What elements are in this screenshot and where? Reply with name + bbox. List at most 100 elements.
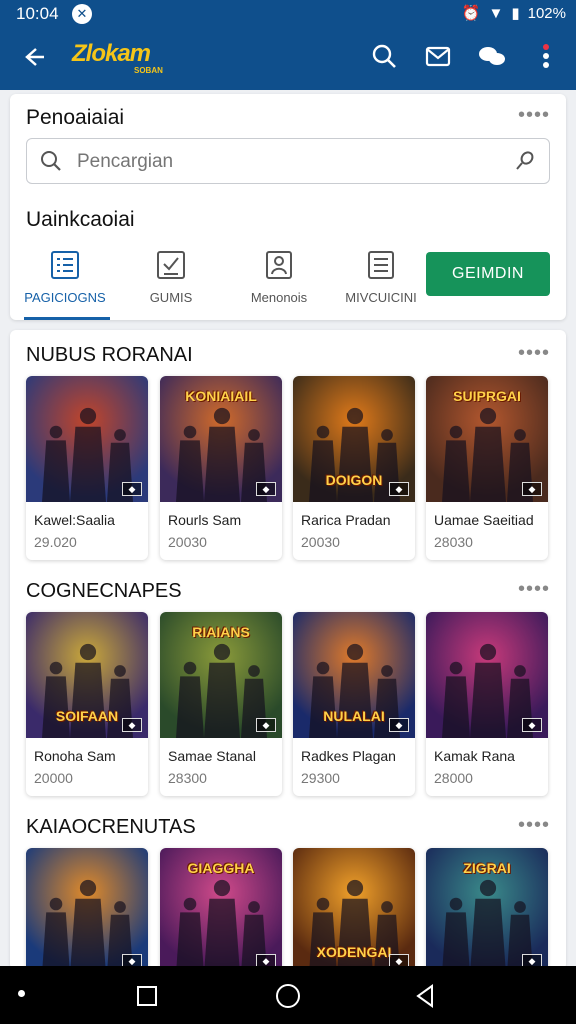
more-options-icon[interactable]: ••••: [518, 814, 550, 837]
nav-back-icon[interactable]: [414, 984, 436, 1013]
status-time: 10:04: [16, 4, 59, 23]
game-cover-image: DOIGON ◆: [293, 376, 415, 502]
game-cover-image: XODENGAI ◆: [293, 848, 415, 974]
more-menu-icon[interactable]: [530, 40, 562, 72]
game-title: Radkes Plagan: [301, 748, 396, 764]
chat-icon[interactable]: [476, 40, 508, 72]
system-nav-bar: [0, 966, 576, 1024]
game-art-title: SUIPRGAI: [453, 388, 521, 404]
search-section-title: Penoaiaiai: [26, 106, 125, 129]
tab-label: MIVCUICINI: [345, 290, 417, 305]
game-count: 28300: [168, 770, 207, 786]
game-title: Ronoha Sam: [34, 748, 116, 764]
voice-search-icon[interactable]: [513, 149, 537, 178]
game-count: 29300: [301, 770, 340, 786]
game-cover-image: SOIFAAN ◆: [26, 612, 148, 738]
logo-subtext: SOBAN: [134, 66, 163, 75]
search-input[interactable]: [26, 138, 550, 184]
signal-icon: ▮: [511, 5, 520, 22]
game-cover-image: ZIGRAI ◆: [426, 848, 548, 974]
game-tile[interactable]: KONIAIAIL ◆ Rourls Sam 20030: [160, 376, 282, 560]
category-tabs: PAGICIOGNS GUMIS Menonois MIVCUICINI GEI…: [10, 244, 566, 320]
rating-badge-icon: ◆: [389, 482, 409, 496]
rating-badge-icon: ◆: [122, 482, 142, 496]
battery-level: 102%: [527, 4, 566, 22]
list-icon: [50, 250, 80, 280]
mail-icon[interactable]: [422, 40, 454, 72]
logo-text: Zlokam: [72, 40, 151, 67]
more-options-icon[interactable]: ••••: [518, 104, 550, 127]
search-card: Penoaiaiai •••• Uainkcaoiai PAGICIOGNS G…: [10, 94, 566, 320]
game-tile[interactable]: RIAIANS ◆ Samae Stanal 28300: [160, 612, 282, 796]
tab-pagiciogns[interactable]: PAGICIOGNS: [10, 244, 120, 320]
nav-dot-icon: [18, 990, 25, 997]
game-cover-image: ◆: [426, 612, 548, 738]
section-title: NUBUS RORANAI: [26, 344, 193, 366]
tab-label: Menonois: [250, 290, 308, 305]
game-tile[interactable]: ◆ Kawel:Saalia 29.020: [26, 376, 148, 560]
recent-apps-icon[interactable]: [137, 986, 157, 1006]
tab-label: PAGICIOGNS: [24, 290, 106, 305]
app-logo: Zlokam SOBAN: [72, 40, 182, 80]
profile-icon: [264, 250, 294, 280]
game-count: 28000: [434, 770, 473, 786]
game-title: Kawel:Saalia: [34, 512, 115, 528]
rating-badge-icon: ◆: [122, 718, 142, 732]
game-art-title: ZIGRAI: [463, 860, 511, 876]
game-tile[interactable]: NULALAI ◆ Radkes Plagan 29300: [293, 612, 415, 796]
generate-button[interactable]: GEIMDIN: [426, 252, 550, 296]
tab-label: GUMIS: [149, 290, 193, 305]
document-icon: [366, 250, 396, 280]
game-cover-image: NULALAI ◆: [293, 612, 415, 738]
wifi-icon: ▼: [488, 4, 504, 22]
search-icon[interactable]: [368, 40, 400, 72]
more-options-icon[interactable]: ••••: [518, 342, 550, 365]
app-header: 10:04 ✕ ⏰ ▼ ▮ 102% Zlokam SOBAN: [0, 0, 576, 90]
tab-gumis[interactable]: GUMIS: [116, 244, 226, 320]
game-count: 28030: [434, 534, 473, 550]
game-art-title: KONIAIAIL: [185, 388, 257, 404]
game-cover-image: ◆: [26, 376, 148, 502]
appbar-actions: [368, 40, 562, 72]
game-title: Samae Stanal: [168, 748, 256, 764]
rating-badge-icon: ◆: [256, 482, 276, 496]
more-options-icon[interactable]: ••••: [518, 578, 550, 601]
game-count: 20000: [34, 770, 73, 786]
game-tile[interactable]: ◆ Kamak Rana 28000: [426, 612, 548, 796]
section-title: COGNECNAPES: [26, 580, 182, 602]
rating-badge-icon: ◆: [522, 482, 542, 496]
alarm-icon: ⏰: [461, 5, 481, 22]
home-icon[interactable]: [276, 984, 300, 1008]
game-cover-image: KONIAIAIL ◆: [160, 376, 282, 502]
game-cover-image: RIAIANS ◆: [160, 612, 282, 738]
status-icons: ⏰ ▼ ▮ 102%: [461, 4, 566, 23]
status-bar: 10:04 ✕ ⏰ ▼ ▮ 102%: [0, 0, 576, 28]
game-title: Rarica Pradan: [301, 512, 391, 528]
search-field[interactable]: [77, 147, 487, 177]
game-cover-image: ◆: [26, 848, 148, 974]
game-cover-image: GIAGGHA ◆: [160, 848, 282, 974]
games-card: NUBUS RORANAI •••• ◆ Kawel:Saalia 29.020 KONI…: [10, 330, 566, 1024]
rating-badge-icon: ◆: [522, 718, 542, 732]
game-tile[interactable]: SOIFAAN ◆ Ronoha Sam 20000: [26, 612, 148, 796]
category-title: Uainkcaoiai: [26, 208, 135, 231]
game-count: 29.020: [34, 534, 77, 550]
rating-badge-icon: ◆: [389, 718, 409, 732]
notification-app-icon: ✕: [72, 4, 92, 24]
game-count: 20030: [301, 534, 340, 550]
tab-mivcuicini[interactable]: MIVCUICINI: [326, 244, 436, 320]
game-count: 20030: [168, 534, 207, 550]
game-cover-image: SUIPRGAI ◆: [426, 376, 548, 502]
tab-menonois[interactable]: Menonois: [224, 244, 334, 320]
checklist-icon: [156, 250, 186, 280]
game-tile[interactable]: SUIPRGAI ◆ Uamae Saeitiad 28030: [426, 376, 548, 560]
game-title: Kamak Rana: [434, 748, 515, 764]
back-icon[interactable]: [18, 42, 48, 72]
game-title: Uamae Saeitiad: [434, 512, 534, 528]
game-title: Rourls Sam: [168, 512, 242, 528]
section-title: KAIAOCRENUTAS: [26, 816, 196, 838]
search-icon: [39, 149, 63, 178]
game-art-title: RIAIANS: [192, 624, 250, 640]
game-tile[interactable]: DOIGON ◆ Rarica Pradan 20030: [293, 376, 415, 560]
rating-badge-icon: ◆: [256, 718, 276, 732]
